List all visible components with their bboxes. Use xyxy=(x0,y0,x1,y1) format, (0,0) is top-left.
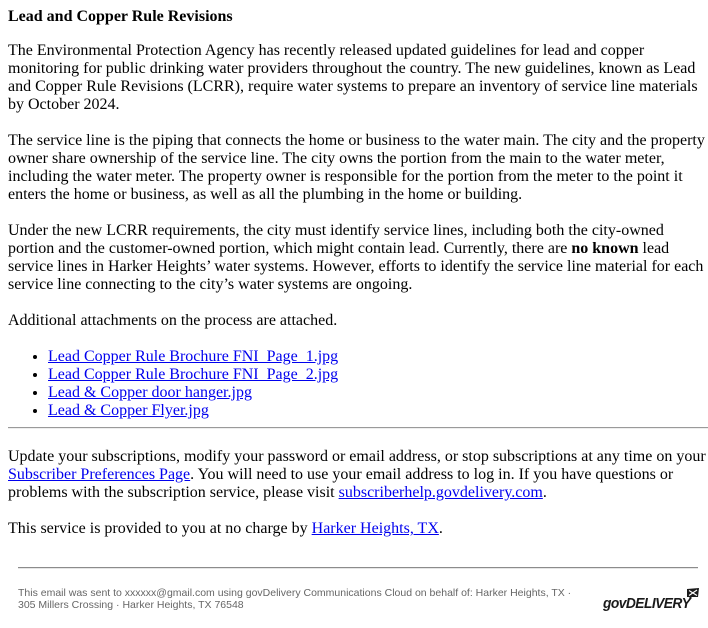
service-provider-text: This service is provided to you at no ch… xyxy=(8,520,312,537)
logo-text-rest: DELIVERY xyxy=(625,595,691,612)
email-body: Lead and Copper Rule Revisions The Envir… xyxy=(8,8,708,420)
attachment-item: Lead & Copper door hanger.jpg xyxy=(48,384,708,402)
envelope-icon xyxy=(687,588,699,600)
content-divider xyxy=(8,427,708,429)
govdelivery-logo-text: govDELIVERY xyxy=(603,595,691,612)
attachment-link-brochure-page-1[interactable]: Lead Copper Rule Brochure FNI_Page_1.jpg xyxy=(48,348,338,365)
lcrr-text-before: Under the new LCRR requirements, the cit… xyxy=(8,222,664,257)
intro-paragraph: The Environmental Protection Agency has … xyxy=(8,42,698,113)
footer-sender-info: This email was sent to xxxxxx@gmail.com … xyxy=(18,587,572,611)
subscription-section: Update your subscriptions, modify your p… xyxy=(8,448,708,556)
subscription-text-3: . xyxy=(542,484,547,501)
attachments-list: Lead Copper Rule Brochure FNI_Page_1.jpg… xyxy=(8,348,708,420)
govdelivery-logo: govDELIVERY xyxy=(602,587,702,617)
subscription-paragraph: Update your subscriptions, modify your p… xyxy=(8,448,708,502)
article-title: Lead and Copper Rule Revisions xyxy=(8,8,233,25)
service-line-paragraph: The service line is the piping that conn… xyxy=(8,132,705,203)
subscriber-preferences-link[interactable]: Subscriber Preferences Page xyxy=(8,466,190,483)
attachment-link-flyer[interactable]: Lead & Copper Flyer.jpg xyxy=(48,402,209,419)
service-provider-end: . xyxy=(438,520,443,537)
attachments-intro: Additional attachments on the process ar… xyxy=(8,312,338,329)
footer-divider xyxy=(18,567,698,569)
attachment-item: Lead & Copper Flyer.jpg xyxy=(48,402,708,420)
attachment-link-brochure-page-2[interactable]: Lead Copper Rule Brochure FNI_Page_2.jpg xyxy=(48,366,338,383)
attachment-link-door-hanger[interactable]: Lead & Copper door hanger.jpg xyxy=(48,384,252,401)
no-known-emphasis: no known xyxy=(571,240,639,257)
attachment-item: Lead Copper Rule Brochure FNI_Page_2.jpg xyxy=(48,366,708,384)
service-provider-paragraph: This service is provided to you at no ch… xyxy=(8,520,708,538)
attachment-item: Lead Copper Rule Brochure FNI_Page_1.jpg xyxy=(48,348,708,366)
subscriber-help-link[interactable]: subscriberhelp.govdelivery.com xyxy=(339,484,543,501)
harker-heights-link[interactable]: Harker Heights, TX xyxy=(312,520,439,537)
lcrr-requirements-paragraph: Under the new LCRR requirements, the cit… xyxy=(8,222,708,294)
subscription-text-1: Update your subscriptions, modify your p… xyxy=(8,448,706,465)
